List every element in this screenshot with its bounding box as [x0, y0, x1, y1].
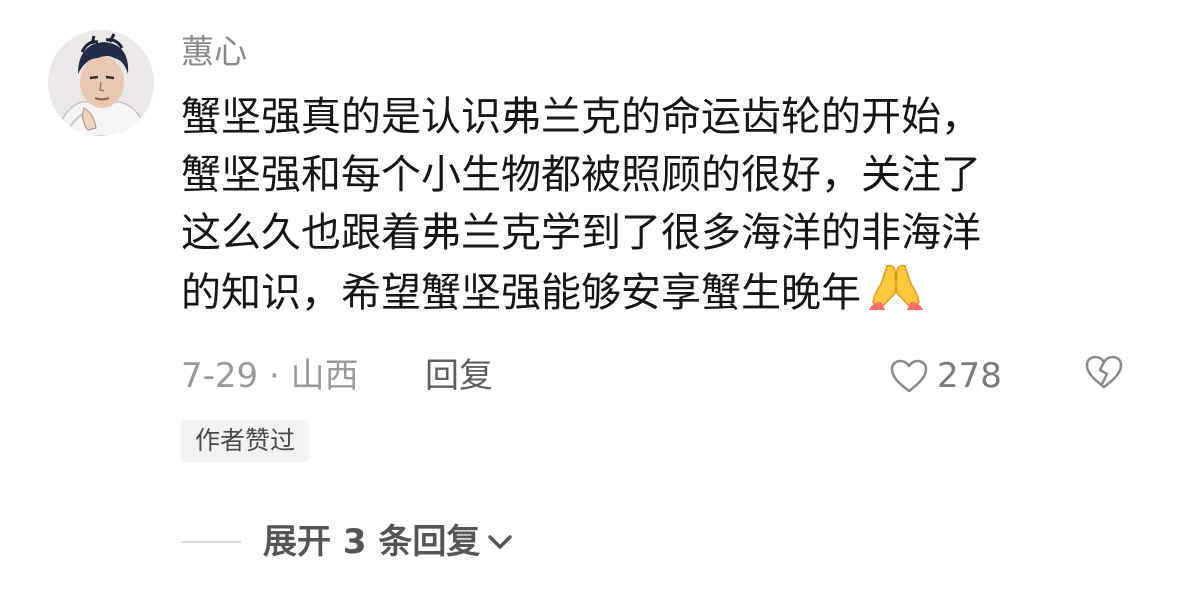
avatar[interactable]	[48, 30, 154, 136]
comment-meta: 7-29 · 山西 回复 278	[181, 350, 1141, 402]
avatar-image	[48, 30, 154, 136]
expand-replies-label: 展开 3 条回复	[263, 522, 481, 562]
dislike-button[interactable]	[1084, 354, 1124, 394]
comment-line-last: 的知识，希望蟹坚强能够安享蟹生晚年	[181, 262, 1141, 328]
reply-button[interactable]: 回复	[425, 350, 493, 402]
expand-replies-row: 展开 3 条回复	[181, 516, 516, 568]
author-liked-badge: 作者赞过	[181, 420, 310, 462]
like-count: 278	[937, 356, 1002, 396]
expand-replies-button[interactable]: 展开 3 条回复	[263, 516, 516, 568]
comment-line: 蟹坚强和每个小生物都被照顾的很好，关注了	[181, 152, 981, 198]
folded-hands-emoji	[867, 262, 925, 328]
chevron-down-icon	[488, 535, 513, 549]
comment-line: 蟹坚强真的是认识弗兰克的命运齿轮的开始，	[181, 94, 981, 140]
comment-text: 蟹坚强真的是认识弗兰克的命运齿轮的开始， 蟹坚强和每个小生物都被照顾的很好，关注…	[181, 88, 1141, 328]
date-location: 7-29 · 山西	[181, 356, 359, 396]
like-button[interactable]: 278	[889, 350, 1002, 402]
divider	[181, 541, 241, 543]
username[interactable]: 蕙心	[181, 30, 247, 74]
comment-line: 这么久也跟着弗兰克学到了很多海洋的非海洋	[181, 210, 981, 256]
heart-outline-icon	[890, 359, 928, 393]
comment-line-text: 的知识，希望蟹坚强能够安享蟹生晚年	[181, 270, 861, 316]
broken-heart-outline-icon	[1085, 355, 1123, 389]
